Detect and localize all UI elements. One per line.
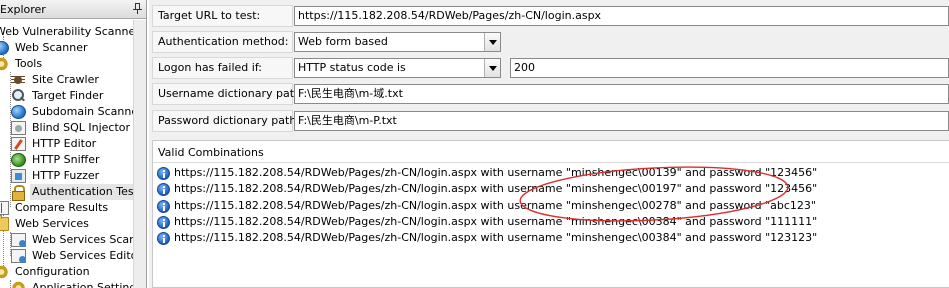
tree-item-subdomain-scanner[interactable]: Subdomain Scanner bbox=[11, 104, 145, 120]
result-row[interactable]: https://115.182.208.54/RDWeb/Pages/zh-CN… bbox=[157, 165, 817, 181]
tree-item-label: Application Settings bbox=[32, 281, 143, 288]
tree-item-tools[interactable]: Tools bbox=[0, 56, 44, 72]
tree-item-label: HTTP Sniffer bbox=[32, 153, 100, 166]
tree-item-label: Blind SQL Injector bbox=[32, 121, 131, 134]
tree-item-web-vulnerability-scanner[interactable]: Web Vulnerability Scanner bbox=[0, 24, 142, 40]
gear-icon bbox=[0, 265, 9, 279]
result-text: https://115.182.208.54/RDWeb/Pages/zh-CN… bbox=[174, 182, 818, 195]
tree-item-authentication-tester[interactable]: Authentication Tester bbox=[11, 184, 146, 201]
chevron-down-icon[interactable] bbox=[484, 59, 500, 77]
password-dict-label: Password dictionary path: bbox=[152, 110, 300, 132]
gear-icon bbox=[0, 57, 9, 71]
explorer-title: Explorer bbox=[0, 3, 46, 16]
username-dict-input[interactable]: F:\民生电商\m-域.txt bbox=[294, 84, 949, 104]
tree-item-label: Configuration bbox=[15, 265, 90, 278]
result-row[interactable]: https://115.182.208.54/RDWeb/Pages/zh-CN… bbox=[157, 230, 817, 246]
services-icon bbox=[11, 233, 26, 247]
password-dict-input[interactable]: F:\民生电商\m-P.txt bbox=[294, 111, 949, 131]
tree-item-label: Web Vulnerability Scanner bbox=[0, 25, 140, 38]
tree-item-http-sniffer[interactable]: HTTP Sniffer bbox=[11, 152, 102, 168]
auth-method-select[interactable]: Web form based bbox=[294, 32, 501, 52]
lock-icon bbox=[11, 185, 26, 201]
tree-item-http-fuzzer[interactable]: HTTP Fuzzer bbox=[11, 168, 101, 184]
tree-item-label: Web Scanner bbox=[15, 41, 88, 54]
tree-item-site-crawler[interactable]: Site Crawler bbox=[11, 72, 101, 88]
tree-item-label: Web Services bbox=[15, 217, 89, 230]
auth-method-row: Authentication method: Web form based bbox=[149, 29, 949, 55]
username-dict-label: Username dictionary path: bbox=[152, 83, 305, 105]
info-icon bbox=[157, 199, 170, 213]
globe-icon bbox=[11, 105, 26, 119]
info-icon bbox=[157, 215, 170, 229]
tree-item-target-finder[interactable]: Target Finder bbox=[11, 88, 105, 104]
explorer-pane: Explorer Web Vulnerability Scanner Web S… bbox=[0, 0, 147, 288]
tree-item-web-services[interactable]: Web Services bbox=[0, 215, 91, 232]
services-icon bbox=[11, 249, 26, 263]
result-row[interactable]: https://115.182.208.54/RDWeb/Pages/zh-CN… bbox=[157, 181, 817, 197]
authentication-tester-panel: Target URL to test: https://115.182.208.… bbox=[149, 0, 949, 288]
status-code-input[interactable]: 200 bbox=[510, 58, 949, 78]
tree-item-blind-sql-injector[interactable]: Blind SQL Injector bbox=[11, 120, 132, 136]
edit-icon bbox=[11, 137, 26, 151]
tree-item-web-services-scanner[interactable]: Web Services Scanner bbox=[11, 232, 147, 248]
tree-item-http-editor[interactable]: HTTP Editor bbox=[11, 136, 98, 152]
auth-method-label: Authentication method: bbox=[152, 31, 293, 53]
tree-item-compare-results[interactable]: Compare Results bbox=[0, 200, 110, 216]
sniffer-icon bbox=[11, 153, 26, 167]
password-dict-row: Password dictionary path: F:\民生电商\m-P.tx… bbox=[149, 108, 949, 134]
compare-icon bbox=[0, 201, 9, 215]
valid-combinations-panel: Valid Combinations https://115.182.208.5… bbox=[152, 140, 949, 288]
tree-item-label: Compare Results bbox=[15, 201, 109, 214]
tree-item-label: Web Services Editor bbox=[32, 249, 142, 262]
logon-failed-label: Logon has failed if: bbox=[152, 57, 293, 79]
tree-item-web-scanner[interactable]: Web Scanner bbox=[0, 40, 89, 56]
result-text: https://115.182.208.54/RDWeb/Pages/zh-CN… bbox=[174, 199, 816, 212]
target-url-label: Target URL to test: bbox=[152, 5, 293, 27]
result-text: https://115.182.208.54/RDWeb/Pages/zh-CN… bbox=[174, 231, 818, 244]
fuzzer-icon bbox=[11, 169, 26, 183]
auth-method-value: Web form based bbox=[298, 35, 388, 48]
tree-item-label: Tools bbox=[15, 57, 43, 70]
logon-failed-value: HTTP status code is bbox=[298, 61, 406, 74]
results-divider bbox=[153, 162, 949, 163]
results-title: Valid Combinations bbox=[158, 146, 264, 159]
tree-item-application-settings[interactable]: Application Settings bbox=[11, 280, 144, 288]
spider-icon bbox=[11, 73, 26, 87]
magnifier-icon bbox=[11, 89, 26, 103]
target-url-row: Target URL to test: https://115.182.208.… bbox=[149, 3, 949, 29]
logon-failed-select[interactable]: HTTP status code is bbox=[294, 58, 501, 78]
tree-item-label: Subdomain Scanner bbox=[32, 105, 143, 118]
folder-icon bbox=[0, 215, 9, 231]
info-icon bbox=[157, 231, 170, 245]
result-text: https://115.182.208.54/RDWeb/Pages/zh-CN… bbox=[174, 215, 818, 228]
result-text: https://115.182.208.54/RDWeb/Pages/zh-CN… bbox=[174, 166, 818, 179]
explorer-scrollbar[interactable] bbox=[133, 20, 146, 288]
settings-icon bbox=[11, 281, 26, 288]
explorer-header: Explorer bbox=[0, 0, 146, 19]
target-url-input[interactable]: https://115.182.208.54/RDWeb/Pages/zh-CN… bbox=[294, 6, 949, 26]
tree-item-label: HTTP Fuzzer bbox=[32, 169, 100, 182]
tree-item-label: Site Crawler bbox=[32, 73, 99, 86]
tree-item-label: Target Finder bbox=[32, 89, 104, 102]
scanner-icon bbox=[0, 41, 9, 55]
result-row[interactable]: https://115.182.208.54/RDWeb/Pages/zh-CN… bbox=[157, 198, 816, 214]
result-row[interactable]: https://115.182.208.54/RDWeb/Pages/zh-CN… bbox=[157, 214, 817, 230]
database-icon bbox=[11, 121, 26, 135]
tree-item-label: Authentication Tester bbox=[30, 184, 146, 200]
username-dict-row: Username dictionary path: F:\民生电商\m-域.tx… bbox=[149, 81, 949, 107]
chevron-down-icon[interactable] bbox=[484, 33, 500, 51]
info-icon bbox=[157, 166, 170, 180]
logon-failed-row: Logon has failed if: HTTP status code is… bbox=[149, 55, 949, 81]
tree-item-web-services-editor[interactable]: Web Services Editor bbox=[11, 248, 144, 264]
tree-item-label: HTTP Editor bbox=[32, 137, 97, 150]
info-icon bbox=[157, 182, 170, 196]
tree-item-label: Web Services Scanner bbox=[32, 233, 147, 246]
tree-item-configuration[interactable]: Configuration bbox=[0, 264, 92, 280]
pin-icon[interactable] bbox=[133, 3, 142, 14]
